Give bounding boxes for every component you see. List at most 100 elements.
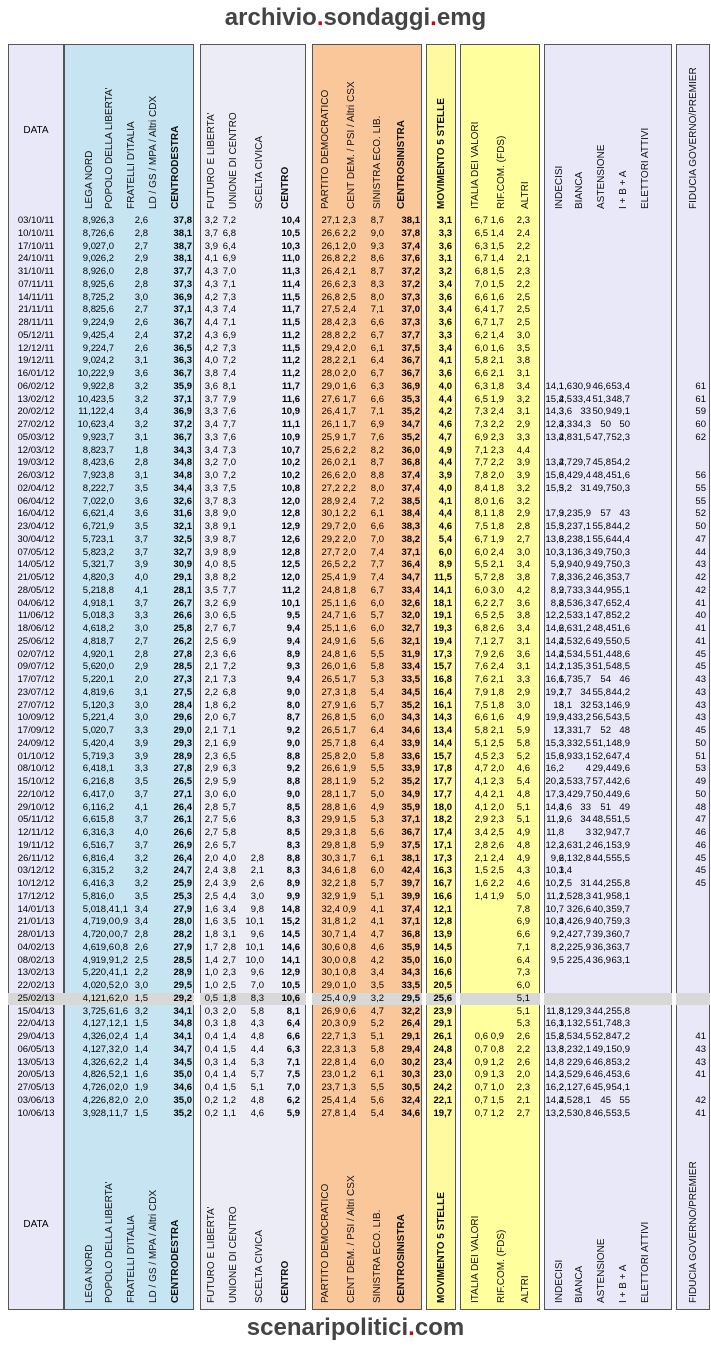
table-row: 3,1: [426, 215, 456, 227]
value-cell: 16,6: [433, 967, 453, 979]
value-cell: 2,4: [204, 865, 218, 877]
header-fid-bot: FIDUCIA GOVERNO/PREMIER: [677, 1139, 709, 1309]
value-cell: 6,6: [82, 814, 96, 826]
value-cell: 50,9: [592, 406, 612, 418]
value-cell: 32,5: [572, 1018, 592, 1030]
date-cell: 16/01/12: [17, 368, 55, 379]
table-row: 6,0 3,0 4,2: [460, 585, 540, 597]
table-row: 30,0 0,8 4,2 35,0: [312, 955, 422, 967]
table-row: 26,6 2,3 8,3 37,2: [312, 279, 422, 291]
table-row: 26,5 1,7 6,4 34,6: [312, 725, 422, 737]
value-cell: 29,8: [321, 839, 341, 851]
table-row: 2,1 2,4 4,9: [460, 853, 540, 865]
value-cell: 6,6: [474, 368, 488, 379]
value-cell: 26,7: [173, 597, 193, 609]
table-row: 14,3 3,6 33 50,9 49,1: [544, 406, 672, 418]
column-label: POPOLO DELLA LIBERTA': [104, 1181, 115, 1303]
value-cell: 6,7: [370, 368, 384, 379]
value-cell: 27,7: [572, 929, 592, 940]
fiducia-cell: 50: [695, 788, 706, 800]
value-cell: 4,9: [82, 954, 96, 966]
value-cell: 11,2: [282, 584, 300, 596]
table-row: 4,9: [426, 445, 456, 457]
value-cell: 2,6: [490, 648, 504, 660]
value-cell: 1,5: [490, 278, 504, 290]
value-cell: 4,2: [204, 291, 218, 303]
value-cell: 1,4: [222, 1031, 236, 1042]
table-row: [544, 355, 672, 367]
value-cell: 2,7: [558, 457, 572, 469]
value-cell: 49,1: [611, 406, 631, 418]
value-cell: 5,4: [438, 533, 452, 545]
table-row: 7,3 2,2 2,9: [460, 419, 540, 431]
value-cell: 0,4: [204, 1069, 218, 1081]
value-cell: 38,4: [401, 508, 421, 520]
table-row: 26,0 2,1 8,7 36,8: [312, 457, 422, 469]
value-cell: 3,2: [558, 1043, 572, 1055]
value-cell: 51,1: [592, 737, 612, 749]
value-cell: 5,2: [82, 674, 96, 685]
value-cell: 2,5: [134, 954, 148, 966]
value-cell: 5,5: [370, 763, 384, 775]
value-cell: 3,0: [134, 712, 148, 724]
table-row: [676, 304, 710, 316]
value-cell: 16,1: [433, 699, 453, 711]
table-row: 4,2 7,3 11,5: [200, 343, 306, 355]
table-row: 3,4: [426, 304, 456, 316]
table-row: 23,0: [426, 1069, 456, 1081]
value-cell: 6,2: [222, 699, 236, 711]
value-cell: 0,9: [114, 916, 128, 928]
value-cell: 6,5: [474, 610, 488, 622]
value-cell: 2,5: [490, 865, 504, 877]
value-cell: 2,0: [342, 470, 356, 481]
value-cell: 36,9: [173, 406, 193, 418]
value-cell: 37,1: [401, 546, 421, 558]
value-cell: 46,8: [592, 1056, 612, 1068]
value-cell: 25,4: [572, 954, 592, 966]
value-cell: 5,6: [370, 827, 384, 838]
table-row: 3,3 7,6 10,9: [200, 406, 306, 418]
table-row: 23/07/12: [8, 687, 64, 699]
value-cell: 2,1: [474, 852, 488, 864]
fiducia-cell: 45: [695, 661, 706, 673]
value-cell: 4,7: [370, 1005, 384, 1017]
value-cell: 51,4: [592, 648, 612, 660]
value-cell: 22,3: [321, 1043, 341, 1055]
date-cell: 29/10/12: [17, 801, 55, 813]
value-cell: 29,0: [173, 725, 193, 736]
table-row: 3,6: [426, 292, 456, 304]
value-cell: 29,5: [173, 980, 193, 991]
value-cell: 1,4: [222, 1056, 236, 1068]
value-cell: 1,4: [490, 227, 504, 239]
value-cell: 3,0: [204, 788, 218, 800]
column-label: UNIONE DI CENTRO: [228, 112, 239, 209]
value-cell: 7,4: [370, 546, 384, 558]
fiducia-cell: 49: [695, 776, 706, 787]
value-cell: 26,0: [321, 661, 341, 673]
header-m5s-bot: MOVIMENTO 5 STELLE: [427, 1139, 455, 1309]
table-row: 1,8 6,2 8,0: [200, 700, 306, 712]
table-row: 4,0 7,2 11,2: [200, 355, 306, 367]
table-row: 45: [676, 649, 710, 661]
value-cell: 7,9: [474, 686, 488, 698]
value-cell: 2,6: [204, 839, 218, 851]
value-cell: 4,7: [82, 1082, 96, 1093]
table-row: 42: [676, 1095, 710, 1107]
value-cell: 49,5: [592, 635, 612, 647]
value-cell: 29,9: [321, 814, 341, 826]
table-row: 48: [676, 802, 710, 814]
table-row: 9,0 24,2 3,1 36,3: [64, 355, 194, 367]
value-cell: 6,4: [474, 304, 488, 316]
value-cell: 7,4: [222, 368, 236, 379]
value-cell: 9,4: [286, 674, 300, 685]
value-cell: 47,7: [592, 431, 612, 443]
value-cell: 60,7: [611, 929, 631, 940]
value-cell: 25,8: [321, 750, 341, 762]
value-cell: 3,3: [558, 419, 572, 430]
value-cell: 36,3: [572, 597, 592, 609]
value-cell: 20,4: [95, 967, 115, 979]
value-cell: 29,0: [321, 980, 341, 991]
table-row: 6,7 1,4 2,1: [460, 253, 540, 265]
value-cell: 10,5: [281, 980, 301, 991]
value-cell: 0,7: [474, 1094, 488, 1106]
